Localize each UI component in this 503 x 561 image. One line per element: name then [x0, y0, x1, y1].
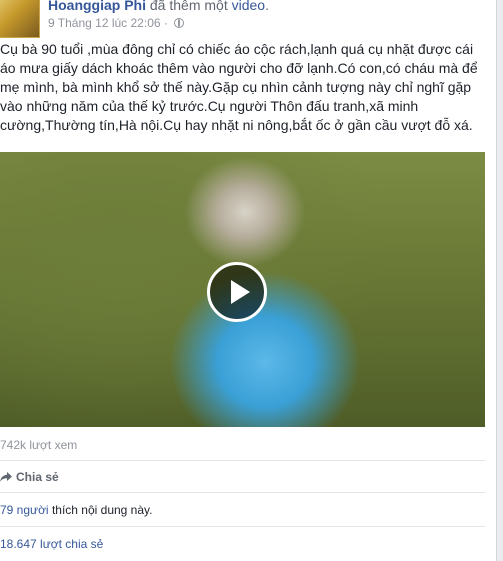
post-card: Hoanggiap Phi đã thêm một video. 9 Tháng…: [0, 0, 497, 561]
video-link[interactable]: video: [232, 0, 265, 13]
post-headline: Hoanggiap Phi đã thêm một video.: [48, 0, 269, 13]
likes-summary: 79 người thích nội dung này.: [0, 503, 152, 517]
play-triangle: [231, 280, 250, 304]
share-label: Chia sẻ: [16, 470, 59, 484]
author-avatar[interactable]: [0, 0, 40, 38]
post-meta: 9 Tháng 12 lúc 22:06 ·: [48, 16, 185, 30]
action-prefix: đã thêm một: [146, 0, 232, 13]
video-player[interactable]: [0, 152, 485, 427]
share-button[interactable]: Chia sẻ: [0, 470, 59, 484]
shares-link[interactable]: 18.647 lượt chia sẻ: [0, 537, 103, 551]
share-icon: [0, 472, 12, 482]
divider: [0, 492, 485, 493]
post-message: Cụ bà 90 tuổi ,mùa đông chỉ có chiếc áo …: [0, 41, 478, 133]
post-header: Hoanggiap Phi đã thêm một video. 9 Tháng…: [0, 0, 497, 38]
post-timestamp[interactable]: 9 Tháng 12 lúc 22:06: [48, 16, 161, 30]
play-icon[interactable]: [207, 262, 267, 322]
view-count: 742k lượt xem: [0, 438, 78, 452]
post-action: đã thêm một video.: [146, 0, 269, 13]
likes-link[interactable]: 79 người: [0, 503, 49, 517]
meta-separator: ·: [160, 16, 172, 30]
divider: [0, 526, 485, 527]
divider: [0, 460, 485, 461]
action-suffix: .: [265, 0, 269, 13]
globe-icon[interactable]: [174, 18, 185, 28]
likes-suffix: thích nội dung này.: [48, 503, 153, 517]
author-name-link[interactable]: Hoanggiap Phi: [48, 0, 146, 13]
